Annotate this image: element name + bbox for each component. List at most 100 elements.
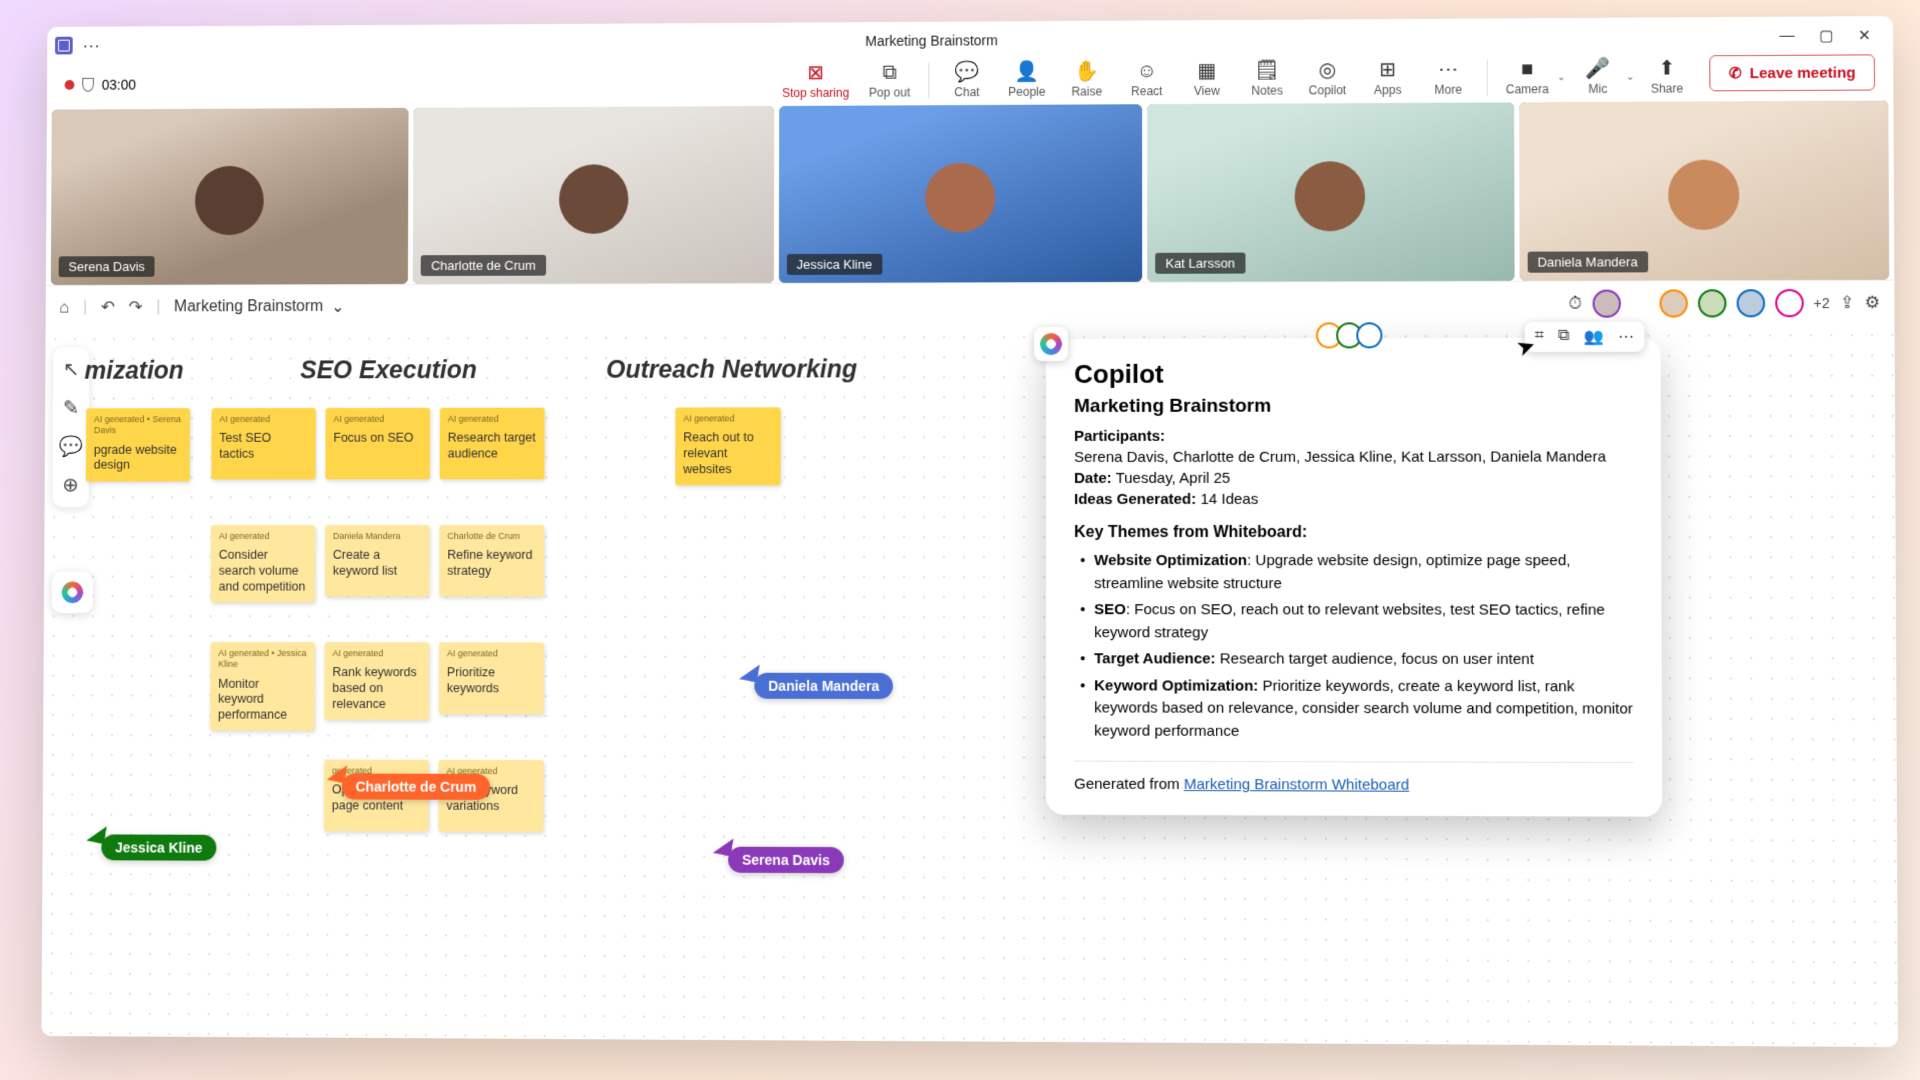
comment-tool-icon[interactable]: 💬 bbox=[59, 434, 84, 459]
sticky-note[interactable]: AI generatedTest SEO tactics bbox=[211, 408, 316, 479]
grid-icon[interactable]: ⌗ bbox=[1535, 327, 1544, 347]
view-button[interactable]: ▦ View bbox=[1179, 58, 1235, 100]
participant-name: Daniela Mandera bbox=[1527, 251, 1648, 272]
mic-icon: 🎤 bbox=[1585, 58, 1610, 80]
leave-meeting-button[interactable]: ✆ Leave meeting bbox=[1709, 54, 1875, 91]
camera-button[interactable]: ■ Camera bbox=[1498, 56, 1557, 98]
presence-cursor: Serena Davis bbox=[728, 847, 844, 873]
sticky-note[interactable]: AI generatedRank keywords based on relev… bbox=[324, 642, 429, 720]
column-heading: mization bbox=[84, 357, 183, 386]
whiteboard-canvas[interactable]: ↖ ✎ 💬 ⊕ mization SEO Execution Outreach … bbox=[41, 325, 1898, 1047]
sticky-note[interactable]: AI generated • Serena Davispgrade websit… bbox=[86, 408, 190, 481]
people-icon[interactable]: 👥 bbox=[1584, 327, 1604, 347]
sticky-note[interactable]: AI generatedConsider search volume and c… bbox=[211, 525, 316, 603]
participants-value: Serena Davis, Charlotte de Crum, Jessica… bbox=[1074, 448, 1633, 466]
divider bbox=[928, 63, 929, 99]
more-button[interactable]: ⋯ More bbox=[1420, 57, 1477, 99]
share-icon: ⬆ bbox=[1658, 57, 1675, 79]
presence-cursor: Jessica Kline bbox=[101, 834, 216, 860]
undo-icon[interactable]: ↶ bbox=[101, 298, 115, 318]
phone-icon: ✆ bbox=[1729, 64, 1742, 82]
video-tile[interactable]: Daniela Mandera bbox=[1519, 101, 1889, 281]
record-icon bbox=[65, 80, 75, 90]
date-label: Date: bbox=[1074, 470, 1112, 487]
sticky-note[interactable]: Daniela ManderaCreate a keyword list bbox=[325, 525, 430, 597]
date-value: Tuesday, April 25 bbox=[1116, 470, 1231, 487]
sticky-note[interactable]: AI generated • Jessica KlineMonitor keyw… bbox=[210, 642, 315, 731]
copy-icon[interactable]: ⧉ bbox=[1558, 327, 1570, 347]
chevron-down-icon[interactable]: ⌄ bbox=[1557, 72, 1566, 83]
apps-button[interactable]: ⊞ Apps bbox=[1360, 57, 1416, 99]
react-button[interactable]: ☺ React bbox=[1119, 58, 1175, 100]
notes-icon: 🗒 bbox=[1254, 60, 1280, 82]
divider bbox=[1486, 59, 1487, 95]
avatar[interactable] bbox=[1697, 289, 1726, 317]
mic-button[interactable]: 🎤 Mic bbox=[1569, 56, 1626, 98]
avatar[interactable] bbox=[1736, 289, 1765, 317]
theme-item: Website Optimization: Upgrade website de… bbox=[1080, 550, 1633, 595]
participant-video-strip: Serena Davis Charlotte de Crum Jessica K… bbox=[46, 101, 1894, 286]
video-tile[interactable]: Charlotte de Crum bbox=[413, 106, 774, 284]
sticky-note[interactable]: AI generatedReach out to relevant websit… bbox=[675, 407, 780, 485]
avatar[interactable] bbox=[1775, 289, 1804, 317]
participants-label: Participants: bbox=[1074, 428, 1165, 445]
theme-item: Target Audience: Research target audienc… bbox=[1080, 648, 1633, 671]
stop-sharing-icon: ⊠ bbox=[807, 62, 824, 84]
sticky-note[interactable]: Charlotte de CrumRefine keyword strategy bbox=[439, 525, 544, 597]
avatar[interactable] bbox=[1659, 289, 1688, 317]
video-tile[interactable]: Kat Larsson bbox=[1147, 102, 1514, 281]
add-tool-icon[interactable]: ⊕ bbox=[62, 473, 79, 498]
timer-icon[interactable]: ⏱ bbox=[1568, 294, 1581, 314]
gear-icon[interactable]: ⚙ bbox=[1865, 293, 1881, 313]
participant-name: Kat Larsson bbox=[1155, 253, 1245, 274]
chevron-down-icon[interactable]: ⌄ bbox=[1626, 71, 1635, 82]
whiteboard-title[interactable]: Marketing Brainstorm ⌄ bbox=[174, 297, 344, 317]
source-link[interactable]: Marketing Brainstorm Whiteboard bbox=[1184, 776, 1409, 794]
panel-toolbar: ⌗ ⧉ 👥 ⋯ bbox=[1524, 322, 1644, 352]
sticky-note[interactable]: AI generatedFocus on SEO bbox=[325, 408, 430, 480]
participant-name: Jessica Kline bbox=[787, 254, 882, 275]
copilot-icon bbox=[62, 581, 84, 603]
copilot-summary-panel[interactable]: ⌗ ⧉ 👥 ⋯ ➤ Copilot Marketing Brainstorm P… bbox=[1046, 338, 1662, 817]
avatar[interactable] bbox=[1592, 290, 1620, 318]
pop-out-button[interactable]: ⧉ Pop out bbox=[861, 60, 918, 102]
recording-timer: 03:00 bbox=[102, 77, 136, 93]
themes-list: Website Optimization: Upgrade website de… bbox=[1074, 550, 1633, 744]
window-minimize-button[interactable]: — bbox=[1779, 27, 1794, 45]
react-icon: ☺ bbox=[1137, 60, 1157, 82]
window-maximize-button[interactable]: ▢ bbox=[1819, 26, 1834, 44]
theme-item: SEO: Focus on SEO, reach out to relevant… bbox=[1080, 599, 1633, 645]
redo-icon[interactable]: ↷ bbox=[129, 298, 143, 318]
copilot-logo-icon bbox=[1034, 327, 1068, 361]
share-button[interactable]: ⬆ Share bbox=[1639, 55, 1696, 97]
shield-icon bbox=[82, 78, 94, 92]
overflow-count[interactable]: +2 bbox=[1813, 295, 1829, 311]
chat-button[interactable]: 💬 Chat bbox=[939, 59, 995, 101]
panel-avatars bbox=[1322, 322, 1382, 348]
stop-sharing-button[interactable]: ⊠ Stop sharing bbox=[774, 60, 857, 102]
recording-indicator: 03:00 bbox=[65, 77, 136, 93]
titlebar-more-icon[interactable]: ⋯ bbox=[82, 35, 100, 56]
video-tile[interactable]: Serena Davis bbox=[51, 108, 409, 285]
raise-hand-button[interactable]: ✋ Raise bbox=[1059, 59, 1115, 101]
themes-heading: Key Themes from Whiteboard: bbox=[1074, 524, 1633, 542]
window-close-button[interactable]: ✕ bbox=[1858, 26, 1871, 44]
copilot-button[interactable]: ◎ Copilot bbox=[1299, 57, 1355, 99]
pointer-tool-icon[interactable]: ↖ bbox=[63, 357, 80, 382]
home-icon[interactable]: ⌂ bbox=[59, 298, 69, 318]
participant-name: Charlotte de Crum bbox=[421, 255, 546, 276]
sticky-note[interactable]: AI generatedPrioritize keywords bbox=[439, 642, 544, 714]
column-heading: Outreach Networking bbox=[606, 355, 857, 384]
video-tile[interactable]: Jessica Kline bbox=[779, 104, 1143, 283]
raise-hand-icon: ✋ bbox=[1074, 61, 1099, 83]
apps-icon: ⊞ bbox=[1379, 59, 1396, 81]
ideas-value: 14 Ideas bbox=[1200, 491, 1258, 508]
pen-tool-icon[interactable]: ✎ bbox=[63, 396, 80, 421]
people-icon: 👤 bbox=[1014, 61, 1039, 83]
notes-button[interactable]: 🗒 Notes bbox=[1239, 58, 1295, 100]
people-button[interactable]: 👤 People bbox=[999, 59, 1055, 101]
copilot-fab[interactable] bbox=[52, 572, 93, 614]
more-icon[interactable]: ⋯ bbox=[1618, 327, 1634, 347]
sticky-note[interactable]: AI generatedResearch target audience bbox=[440, 408, 545, 480]
share-icon[interactable]: ⇪ bbox=[1840, 293, 1855, 313]
